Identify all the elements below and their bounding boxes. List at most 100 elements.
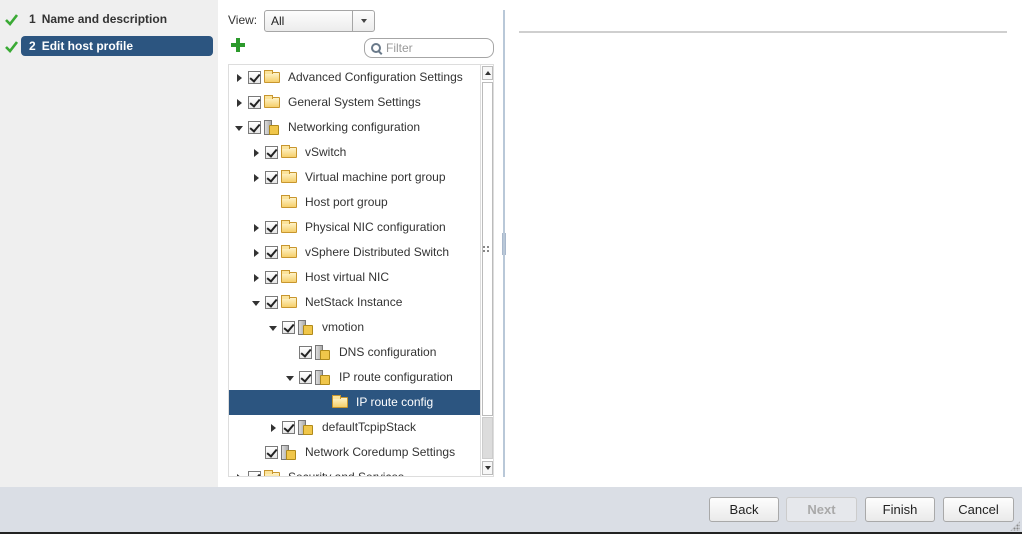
host-profile-icon	[298, 420, 314, 435]
vertical-scrollbar[interactable]	[480, 65, 493, 476]
folder-open-icon	[281, 295, 297, 308]
tree-item-label: Advanced Configuration Settings	[288, 70, 463, 84]
wizard-steps: 1 Name and description 2 Edit host profi…	[0, 0, 218, 487]
checkbox[interactable]	[248, 71, 261, 84]
folder-icon	[281, 270, 297, 283]
tree-row[interactable]: Advanced Configuration Settings	[229, 65, 481, 90]
cancel-button[interactable]: Cancel	[943, 497, 1014, 522]
checkmark-icon	[5, 40, 18, 53]
checkbox[interactable]	[265, 146, 278, 159]
step-label: 2 Edit host profile	[21, 36, 213, 56]
tree-row[interactable]: defaultTcpipStack	[229, 415, 481, 440]
expand-right-icon[interactable]	[252, 174, 260, 182]
scrollbar-track[interactable]	[482, 417, 493, 459]
expand-right-icon[interactable]	[269, 424, 277, 432]
tree-row[interactable]: vmotion	[229, 315, 481, 340]
step-name-and-description[interactable]: 1 Name and description	[0, 9, 213, 29]
tree-row[interactable]: vSwitch	[229, 140, 481, 165]
step-number: 2	[29, 39, 36, 53]
resize-grip-icon[interactable]	[1010, 521, 1020, 531]
checkbox[interactable]	[265, 171, 278, 184]
checkbox[interactable]	[248, 471, 261, 476]
filter-input[interactable]	[386, 41, 486, 55]
details-divider	[519, 31, 1007, 33]
expand-right-icon[interactable]	[252, 249, 260, 257]
tree-item-label: General System Settings	[288, 95, 421, 109]
tree-item-label: vSwitch	[305, 145, 347, 159]
host-profile-icon	[298, 320, 314, 335]
checkbox[interactable]	[265, 246, 278, 259]
tree-item-label: defaultTcpipStack	[322, 420, 417, 434]
folder-icon	[281, 220, 297, 233]
expand-right-icon[interactable]	[235, 99, 243, 107]
expand-down-icon[interactable]	[235, 124, 243, 132]
tree-row[interactable]: Security and Services	[229, 465, 481, 477]
tree-item-label: Virtual machine port group	[305, 170, 446, 184]
scroll-down-icon[interactable]	[482, 461, 493, 475]
folder-icon	[281, 170, 297, 183]
tree-item-label: Host port group	[305, 195, 388, 209]
checkbox[interactable]	[265, 271, 278, 284]
folder-icon	[281, 195, 297, 208]
expand-right-icon[interactable]	[252, 224, 260, 232]
plus-icon[interactable]	[231, 38, 245, 52]
expand-down-icon[interactable]	[252, 299, 260, 307]
folder-icon	[264, 95, 280, 108]
tree-item-label: Networking configuration	[288, 120, 421, 134]
tree-row[interactable]: Host virtual NIC	[229, 265, 481, 290]
host-profile-icon	[281, 445, 297, 460]
expand-down-icon[interactable]	[269, 324, 277, 332]
back-button[interactable]: Back	[709, 497, 779, 522]
chevron-down-icon[interactable]	[352, 11, 374, 31]
checkbox[interactable]	[265, 296, 278, 309]
tree-row[interactable]: Networking configuration	[229, 115, 481, 140]
finish-button[interactable]: Finish	[865, 497, 935, 522]
step-edit-host-profile[interactable]: 2 Edit host profile	[0, 36, 213, 56]
view-select-value: All	[271, 14, 285, 28]
checkbox[interactable]	[299, 346, 312, 359]
checkbox[interactable]	[248, 121, 261, 134]
tree-item-label: Security and Services	[288, 470, 405, 477]
expand-right-icon[interactable]	[235, 74, 243, 82]
checkbox[interactable]	[282, 321, 295, 334]
folder-icon	[264, 470, 280, 476]
scroll-grip-icon	[483, 246, 490, 253]
tree-row[interactable]: General System Settings	[229, 90, 481, 115]
filter-field[interactable]	[364, 38, 494, 58]
tree-item-label: Host virtual NIC	[305, 270, 390, 284]
expand-down-icon[interactable]	[286, 374, 294, 382]
expand-right-icon[interactable]	[252, 274, 260, 282]
tree-row[interactable]: IP route configuration	[229, 365, 481, 390]
next-button[interactable]: Next	[786, 497, 857, 522]
checkbox[interactable]	[282, 421, 295, 434]
tree-item-label: vSphere Distributed Switch	[305, 245, 450, 259]
view-select[interactable]: All	[264, 10, 375, 32]
profile-tree-panel: View: All Advanced Configuration Setting…	[218, 0, 505, 487]
tree-row[interactable]: NetStack Instance	[229, 290, 481, 315]
tree-row[interactable]: Host port group	[229, 190, 481, 215]
checkbox[interactable]	[265, 221, 278, 234]
step-number: 1	[29, 12, 36, 26]
folder-icon	[264, 70, 280, 83]
expand-right-icon[interactable]	[235, 474, 243, 476]
tree-row[interactable]: Network Coredump Settings	[229, 440, 481, 465]
tree-row[interactable]: Physical NIC configuration	[229, 215, 481, 240]
folder-icon	[281, 145, 297, 158]
search-icon	[371, 43, 381, 53]
tree-row[interactable]: Virtual machine port group	[229, 165, 481, 190]
checkmark-icon	[5, 13, 18, 26]
checkbox[interactable]	[248, 96, 261, 109]
tree-row[interactable]: DNS configuration	[229, 340, 481, 365]
checkbox[interactable]	[299, 371, 312, 384]
checkbox[interactable]	[265, 446, 278, 459]
tree-row[interactable]: vSphere Distributed Switch	[229, 240, 481, 265]
details-panel	[506, 0, 1022, 487]
step-title: Edit host profile	[41, 39, 134, 53]
tree-item-label: IP route configuration	[339, 370, 453, 384]
step-label: 1 Name and description	[21, 9, 213, 29]
tree-row[interactable]: IP route config	[229, 390, 481, 415]
expand-right-icon[interactable]	[252, 149, 260, 157]
tree-item-label: vmotion	[322, 320, 365, 334]
profile-tree[interactable]: Advanced Configuration Settings General S…	[228, 64, 494, 477]
scroll-up-icon[interactable]	[482, 66, 493, 80]
